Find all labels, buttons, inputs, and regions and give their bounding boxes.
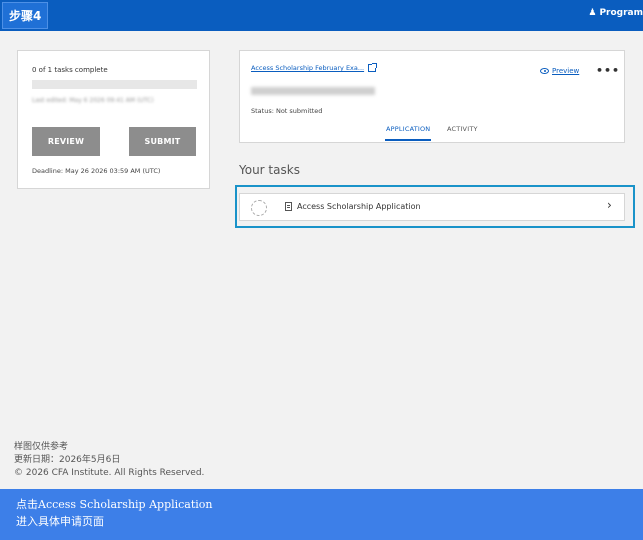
status-text: Status: Not submitted: [251, 107, 323, 115]
user-group-icon: ♟: [588, 8, 597, 18]
footer: 样图仅供参考 更新日期：2026年5月6日 © 2026 CFA Institu…: [14, 441, 204, 480]
preview-link[interactable]: Preview: [540, 67, 579, 75]
submit-button[interactable]: SUBMIT: [129, 127, 196, 156]
top-bar: 步骤4 ♟ Program: [0, 0, 643, 31]
deadline-text: Deadline: May 26 2026 03:59 AM (UTC): [32, 167, 161, 175]
eye-icon: [540, 68, 549, 74]
programs-label: Program: [599, 8, 643, 18]
application-card: Access Scholarship February Exa... Previ…: [239, 50, 625, 143]
external-link-icon: [368, 63, 378, 72]
application-title-link[interactable]: Access Scholarship February Exa...: [251, 63, 378, 72]
preview-label: Preview: [552, 67, 580, 75]
instruction-line-1: 点击Access Scholarship Application: [16, 498, 213, 511]
footer-copyright: © 2026 CFA Institute. All Rights Reserve…: [14, 468, 205, 478]
progress-card: 0 of 1 tasks complete Last edited: May 6…: [17, 50, 210, 189]
footer-sample-note: 样图仅供参考: [14, 442, 69, 452]
review-button[interactable]: REVIEW: [32, 127, 100, 156]
highlight-box: [235, 185, 635, 228]
instruction-banner: 点击Access Scholarship Application 进入具体申请页…: [0, 489, 643, 540]
tasks-complete-text: 0 of 1 tasks complete: [32, 66, 108, 74]
last-edited-text: Last edited: May 6 2026 09:41 AM (UTC): [32, 97, 154, 104]
application-title: Access Scholarship February Exa...: [251, 64, 365, 72]
footer-update-date: 更新日期：2026年5月6日: [14, 455, 121, 465]
tab-application[interactable]: APPLICATION: [384, 125, 432, 141]
step-label: 步骤4: [2, 2, 49, 29]
progress-bar: [32, 80, 197, 89]
tab-activity[interactable]: ACTIVITY: [447, 125, 478, 133]
instruction-line-2: 进入具体申请页面: [16, 515, 104, 528]
your-tasks-heading: Your tasks: [239, 163, 300, 177]
more-options-icon[interactable]: •••: [596, 64, 620, 77]
application-id: [251, 87, 375, 95]
programs-menu[interactable]: ♟ Program: [588, 8, 643, 18]
